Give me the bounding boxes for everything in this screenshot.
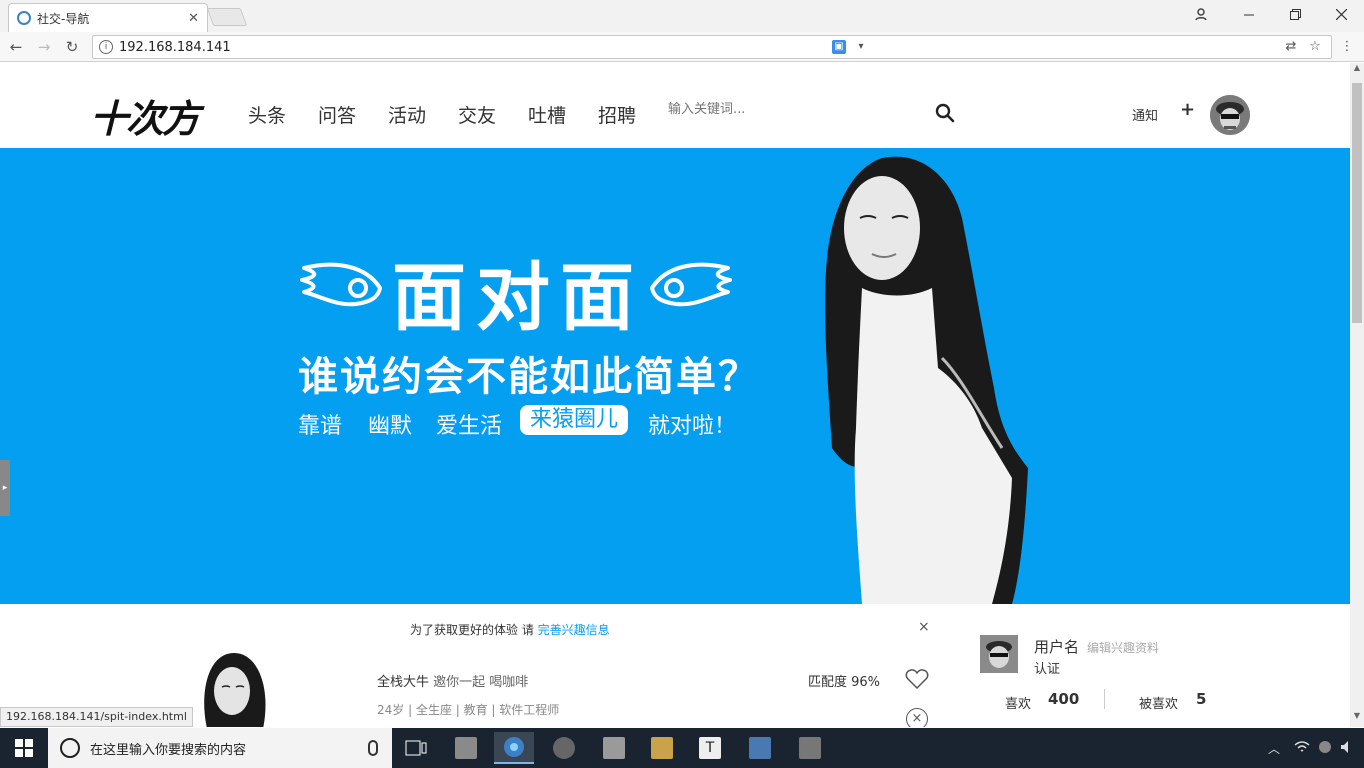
scrollbar-thumb[interactable] <box>1352 83 1362 323</box>
search-icon[interactable] <box>935 103 955 123</box>
banner-title: 面对面 <box>392 255 644 341</box>
network-icon[interactable] <box>1318 740 1332 757</box>
new-tab-button[interactable] <box>206 8 248 26</box>
status-url-bar: 192.168.184.141/spit-index.html <box>0 707 193 727</box>
user-avatar[interactable] <box>980 635 1018 673</box>
maximize-button[interactable] <box>1272 0 1318 28</box>
liked-label: 被喜欢 <box>1139 697 1179 712</box>
extension-dropdown-icon[interactable]: ▾ <box>852 38 870 56</box>
nav-item-friends[interactable]: 交友 <box>458 101 496 128</box>
address-bar[interactable]: i 192.168.184.141 <box>92 35 1332 59</box>
volume-icon[interactable] <box>1340 740 1354 757</box>
tip-text: 为了获取更好的体验 请 <box>410 623 534 637</box>
left-wing-icon <box>300 262 382 307</box>
match-photo[interactable] <box>188 653 280 727</box>
site-logo[interactable]: 十次方 <box>90 88 200 143</box>
complete-profile-link[interactable]: 完善兴趣信息 <box>538 623 610 637</box>
likes-label: 喜欢 <box>1005 697 1032 712</box>
dismiss-icon[interactable]: × <box>906 708 928 727</box>
taskbar-search-text: 在这里输入你要搜索的内容 <box>90 742 247 758</box>
url-text: 192.168.184.141 <box>119 39 231 55</box>
taskbar-app-icon[interactable] <box>790 732 830 764</box>
taskbar-app-icon[interactable] <box>740 732 780 764</box>
nav-item-qa[interactable]: 问答 <box>318 101 356 128</box>
tip-close-icon[interactable]: × <box>918 619 930 635</box>
translate-icon[interactable]: ⇄ <box>1282 38 1300 56</box>
banner-tail-text: 就对啦！ <box>648 414 737 439</box>
nav-item-spit[interactable]: 吐槽 <box>528 101 566 128</box>
tray-chevron-icon[interactable]: ︿ <box>1268 740 1280 757</box>
bookmark-star-icon[interactable]: ☆ <box>1306 38 1324 56</box>
header-avatar[interactable] <box>1210 95 1250 135</box>
start-button[interactable] <box>0 728 48 768</box>
site-header: 十次方 头条 问答 活动 交友 吐槽 招聘 通知 + <box>0 63 1350 148</box>
windows-taskbar: 在这里输入你要搜索的内容 T ︿ <box>0 728 1364 768</box>
nav-item-headlines[interactable]: 头条 <box>248 101 286 128</box>
right-wing-icon <box>650 262 732 307</box>
windows-logo-icon <box>15 739 33 757</box>
match-score: 匹配度 96% <box>808 675 881 690</box>
search-input[interactable] <box>668 102 930 117</box>
extension-icon[interactable]: ▣ <box>832 40 850 58</box>
browser-toolbar: ← → ↻ i 192.168.184.141 ▣ ▾ ⇄ ☆ ⋮ <box>0 32 1364 62</box>
web-page: 十次方 头条 问答 活动 交友 吐槽 招聘 通知 + <box>0 63 1350 727</box>
match-name[interactable]: 全栈大牛 <box>377 675 429 690</box>
verify-link[interactable]: 认证 <box>1034 658 1060 677</box>
add-button[interactable]: + <box>1180 99 1195 120</box>
chrome-taskbar-icon[interactable] <box>494 732 534 764</box>
close-window-button[interactable] <box>1318 0 1364 28</box>
back-arrow-icon[interactable]: ← <box>6 37 26 57</box>
banner-tag: 爱生活 <box>436 414 503 439</box>
page-scrollbar[interactable]: ▲ ▼ <box>1350 63 1364 727</box>
match-meta: 24岁 | 全生座 | 教育 | 软件工程师 <box>377 703 560 717</box>
match-card-title: 全栈大牛 邀你一起 喝咖啡 <box>377 671 528 690</box>
likes-count: 400 <box>1048 690 1080 708</box>
taskbar-app-icon[interactable] <box>594 732 634 764</box>
file-explorer-icon[interactable] <box>642 732 682 764</box>
notification-link[interactable]: 通知 <box>1132 105 1158 124</box>
browser-titlebar: 社交-导航 ✕ <box>0 0 1364 32</box>
match-invite: 邀你一起 喝咖啡 <box>433 675 529 690</box>
nav-item-events[interactable]: 活动 <box>388 101 426 128</box>
liked-count: 5 <box>1196 690 1207 708</box>
banner-model-photo <box>825 156 1028 604</box>
forward-arrow-icon[interactable]: → <box>34 37 54 57</box>
side-expand-tab[interactable]: ▸ <box>0 460 10 516</box>
minimize-button[interactable] <box>1226 0 1272 28</box>
stat-divider <box>1104 689 1105 709</box>
cortana-icon[interactable] <box>60 738 80 758</box>
browser-menu-icon[interactable]: ⋮ <box>1338 38 1356 56</box>
reload-icon[interactable]: ↻ <box>62 37 82 57</box>
user-name: 用户名 <box>1034 638 1080 656</box>
task-view-icon[interactable] <box>396 732 436 764</box>
banner-tag: 幽默 <box>368 414 413 439</box>
tab-favicon-icon <box>17 11 31 25</box>
taskbar-app-icon[interactable] <box>446 732 486 764</box>
profile-icon[interactable] <box>1178 0 1224 28</box>
taskbar-app-icon[interactable] <box>544 732 584 764</box>
browser-tab[interactable]: 社交-导航 ✕ <box>8 3 208 32</box>
tab-close-icon[interactable]: ✕ <box>188 11 199 26</box>
microphone-icon[interactable] <box>368 740 378 756</box>
typora-icon[interactable]: T <box>690 732 730 764</box>
hero-banner[interactable]: 面对面 谁说约会不能如此简单？ 靠谱 幽默 爱生活 来猿圈儿 就对啦！ <box>0 148 1350 604</box>
banner-tag: 靠谱 <box>298 414 343 439</box>
nav-item-jobs[interactable]: 招聘 <box>598 101 636 128</box>
site-info-icon[interactable]: i <box>99 40 113 54</box>
banner-subtitle: 谁说约会不能如此简单？ <box>298 353 760 400</box>
edit-profile-link[interactable]: 编辑兴趣资料 <box>1087 639 1159 656</box>
profile-tip: 为了获取更好的体验 请 完善兴趣信息 <box>410 621 610 638</box>
scroll-up-icon[interactable]: ▲ <box>1350 63 1364 79</box>
wifi-icon[interactable] <box>1294 740 1310 757</box>
banner-highlight-pill: 来猿圈儿 <box>520 405 629 435</box>
scroll-down-icon[interactable]: ▼ <box>1350 711 1364 727</box>
tab-title: 社交-导航 <box>37 11 90 26</box>
heart-icon[interactable] <box>905 668 929 690</box>
taskbar-search[interactable]: 在这里输入你要搜索的内容 <box>48 728 392 768</box>
